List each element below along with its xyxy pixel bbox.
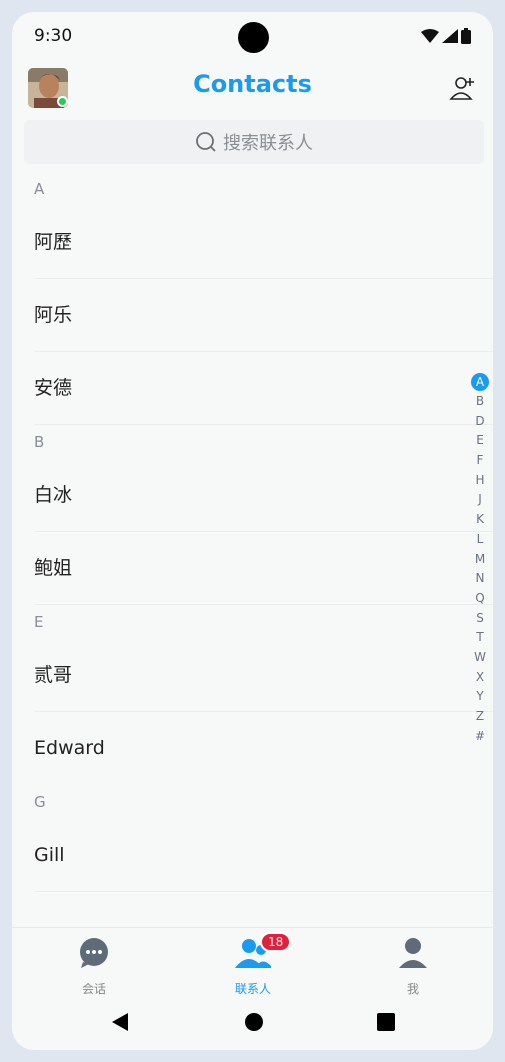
index-letter[interactable]: # <box>470 727 490 747</box>
tab-label: 我 <box>406 982 419 996</box>
bottom-tab-bar: 会话 18 联系人 我 <box>12 927 493 1003</box>
profile-icon <box>399 938 427 968</box>
contact-name: Gill <box>34 844 65 866</box>
search-input[interactable]: 搜索联系人 <box>24 120 484 164</box>
unread-badge: 18 <box>260 932 292 952</box>
phone-screen: 9:30 Contacts 搜索联系人 A 阿歷 阿乐 安德 B 白冰 鲍姐 E… <box>12 12 493 1050</box>
system-nav-bar <box>12 1002 493 1050</box>
tab-conversations[interactable]: 会话 <box>44 928 144 997</box>
back-icon[interactable] <box>110 1012 130 1032</box>
status-icons <box>421 28 471 44</box>
search-icon <box>196 132 216 152</box>
index-letter[interactable]: T <box>470 628 490 648</box>
index-letter[interactable]: X <box>470 668 490 688</box>
battery-icon <box>461 28 471 44</box>
tab-contacts[interactable]: 18 联系人 <box>203 928 303 997</box>
index-letter[interactable]: W <box>470 648 490 668</box>
contact-name: 阿歷 <box>34 231 73 253</box>
contact-item[interactable]: 鲍姐 <box>12 532 493 605</box>
index-letter[interactable]: E <box>470 431 490 451</box>
section-header-a: A <box>34 180 45 198</box>
contact-item[interactable]: Gill <box>12 819 493 892</box>
contact-list: A 阿歷 阿乐 安德 B 白冰 鲍姐 E 贰哥 Edward G Gill <box>12 172 493 892</box>
index-letter[interactable]: J <box>470 490 490 510</box>
contact-name: 阿乐 <box>34 304 73 326</box>
divider <box>34 891 493 892</box>
contact-item[interactable]: 白冰 <box>12 459 493 532</box>
index-letter[interactable]: Q <box>470 589 490 609</box>
contact-name: 安德 <box>34 377 73 399</box>
section-header-b: B <box>34 433 45 451</box>
index-letter[interactable]: F <box>470 451 490 471</box>
home-icon[interactable] <box>244 1012 264 1032</box>
contact-item[interactable]: 安德 <box>12 352 493 425</box>
section-header-e: E <box>34 613 44 631</box>
index-letter[interactable]: S <box>470 609 490 629</box>
chat-icon <box>80 938 108 968</box>
index-letter[interactable]: D <box>470 412 490 432</box>
index-letter[interactable]: Z <box>470 707 490 727</box>
contact-name: 白冰 <box>34 484 73 506</box>
contact-item[interactable]: 贰哥 <box>12 639 493 712</box>
contact-name: Edward <box>34 737 105 759</box>
index-letter[interactable]: M <box>470 550 490 570</box>
index-letter[interactable]: H <box>470 471 490 491</box>
contact-name: 鲍姐 <box>34 557 73 579</box>
search-placeholder: 搜索联系人 <box>223 133 313 154</box>
recents-icon[interactable] <box>376 1012 396 1032</box>
contact-item[interactable]: Edward <box>12 712 493 785</box>
contact-item[interactable]: 阿乐 <box>12 279 493 352</box>
alphabet-index-bar[interactable]: A B D E F H J K L M N Q S T W X Y Z # <box>470 372 490 746</box>
index-letter[interactable]: K <box>470 510 490 530</box>
tab-label: 会话 <box>81 982 106 996</box>
section-header-g: G <box>34 793 46 811</box>
contact-item[interactable]: 阿歷 <box>12 206 493 279</box>
camera-cutout <box>238 22 269 53</box>
index-letter[interactable]: L <box>470 530 490 550</box>
index-letter[interactable]: A <box>471 373 489 391</box>
page-title: Contacts <box>193 70 312 98</box>
index-letter[interactable]: Y <box>470 687 490 707</box>
add-contact-icon[interactable] <box>449 74 477 102</box>
index-letter[interactable]: N <box>470 569 490 589</box>
contact-name: 贰哥 <box>34 664 73 686</box>
wifi-icon <box>421 29 439 43</box>
signal-icon <box>442 29 458 43</box>
tab-me[interactable]: 我 <box>363 928 463 997</box>
index-letter[interactable]: B <box>470 392 490 412</box>
tab-label: 联系人 <box>234 982 271 996</box>
status-time: 9:30 <box>34 26 73 46</box>
